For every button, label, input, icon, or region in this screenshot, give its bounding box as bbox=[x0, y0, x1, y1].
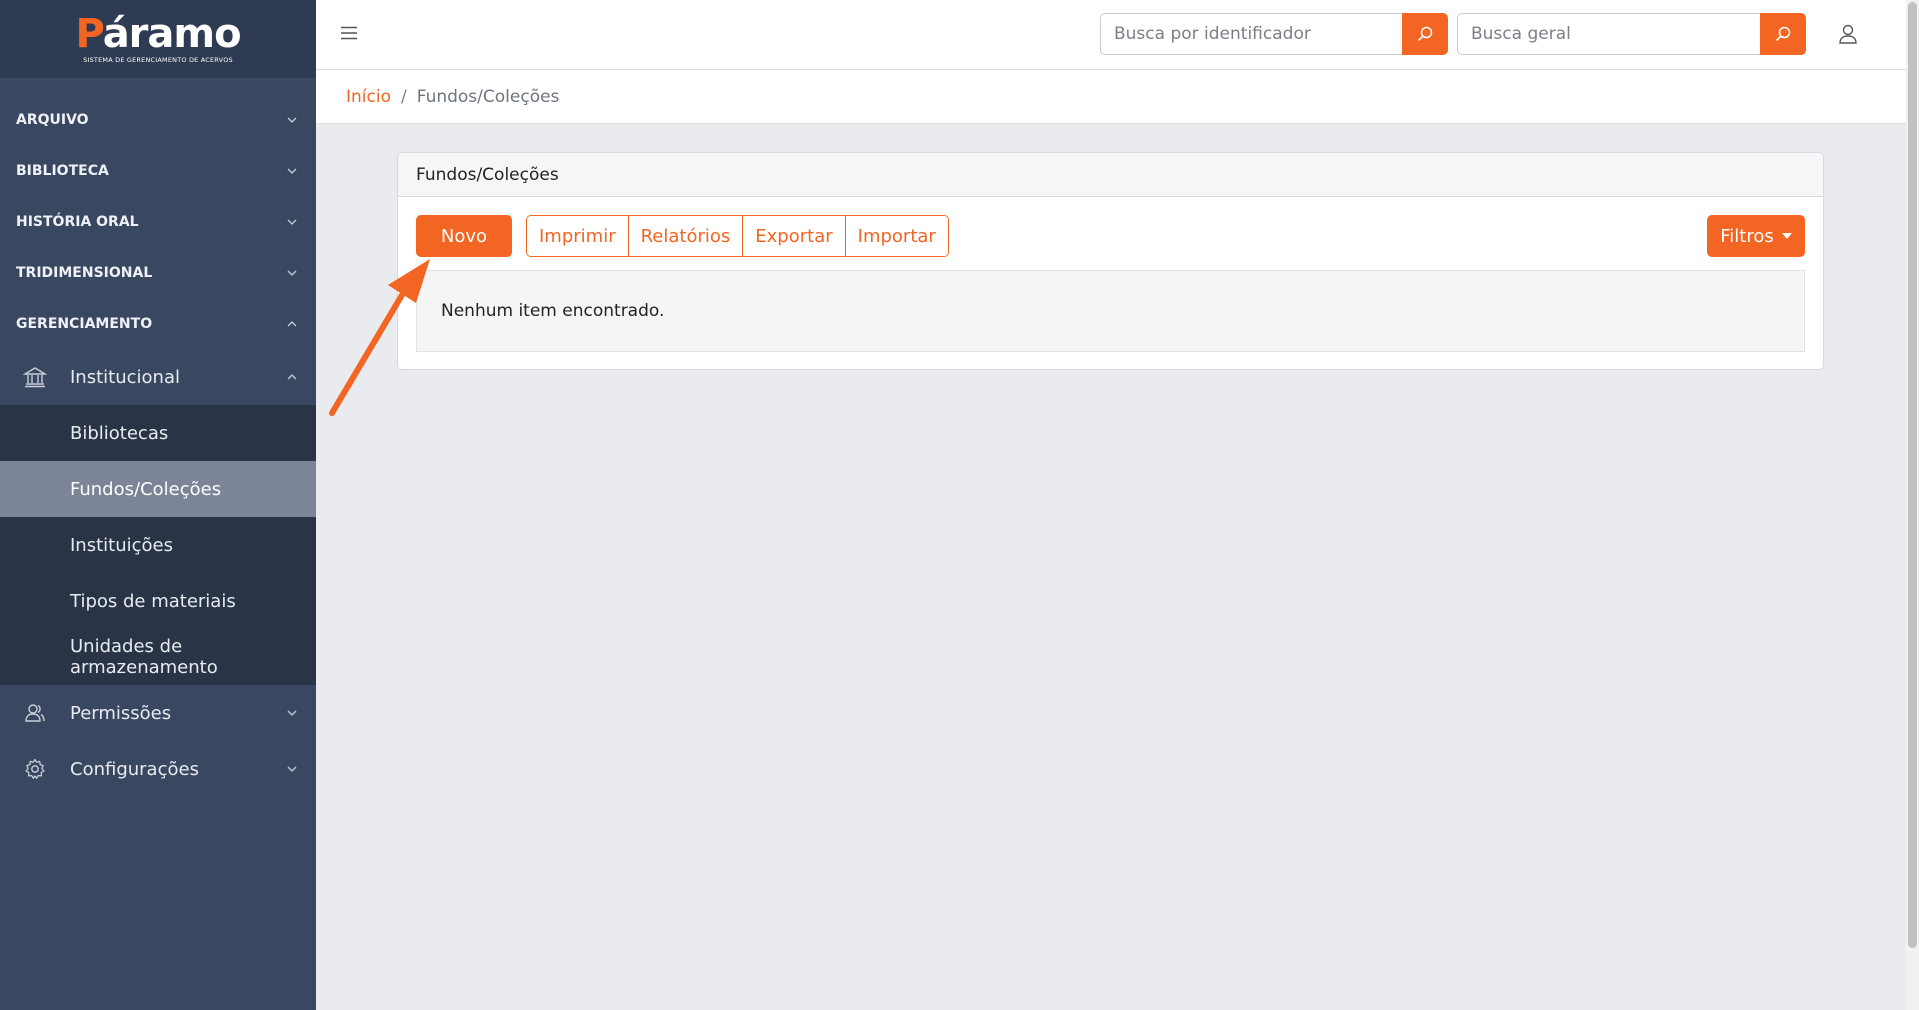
hamburger-menu-icon[interactable] bbox=[340, 24, 358, 42]
sidebar-item-instituicoes[interactable]: Instituições bbox=[0, 517, 316, 573]
search-icon bbox=[1775, 26, 1791, 42]
card-title: Fundos/Coleções bbox=[398, 153, 1823, 197]
chevron-down-icon bbox=[287, 219, 297, 225]
general-search bbox=[1457, 13, 1806, 55]
vertical-scrollbar[interactable] bbox=[1906, 0, 1919, 1010]
identifier-search-input[interactable] bbox=[1100, 13, 1402, 55]
scrollbar-thumb[interactable] bbox=[1908, 2, 1917, 948]
chevron-down-icon bbox=[287, 117, 297, 123]
sidebar-section-gerenciamento[interactable]: GERENCIAMENTO bbox=[0, 298, 316, 349]
brand-logo[interactable]: Páramo SISTEMA DE GERENCIAMENTO DE ACERV… bbox=[0, 0, 316, 78]
institucional-submenu: Bibliotecas Fundos/Coleções Instituições… bbox=[0, 405, 316, 685]
general-search-button[interactable] bbox=[1760, 13, 1806, 55]
sidebar-item-fundos-colecoes[interactable]: Fundos/Coleções bbox=[0, 461, 316, 517]
brand-subtitle: SISTEMA DE GERENCIAMENTO DE ACERVOS bbox=[83, 56, 233, 64]
sidebar-section-biblioteca[interactable]: BIBLIOTECA bbox=[0, 145, 316, 196]
identifier-search-button[interactable] bbox=[1402, 13, 1448, 55]
sidebar-item-configuracoes[interactable]: Configurações bbox=[0, 741, 316, 797]
sidebar-item-institucional[interactable]: Institucional bbox=[0, 349, 316, 405]
chevron-down-icon bbox=[287, 270, 297, 276]
user-icon[interactable] bbox=[1836, 22, 1860, 46]
actions-button-group: Imprimir Relatórios Exportar Importar bbox=[526, 215, 949, 257]
chevron-down-icon bbox=[287, 168, 297, 174]
sidebar-item-unidades-de-armazenamento[interactable]: Unidades de armazenamento bbox=[0, 629, 316, 685]
gear-icon bbox=[22, 756, 48, 782]
sidebar-item-tipos-de-materiais[interactable]: Tipos de materiais bbox=[0, 573, 316, 629]
import-button[interactable]: Importar bbox=[845, 216, 948, 256]
brand-name: Páramo bbox=[75, 11, 241, 57]
sidebar-nav: ARQUIVO BIBLIOTECA HISTÓRIA ORAL TRIDIME… bbox=[0, 94, 316, 797]
general-search-input[interactable] bbox=[1457, 13, 1760, 55]
sidebar: Páramo SISTEMA DE GERENCIAMENTO DE ACERV… bbox=[0, 0, 316, 1010]
chevron-up-icon bbox=[287, 320, 297, 326]
sidebar-item-permissoes[interactable]: Permissões bbox=[0, 685, 316, 741]
caret-down-icon bbox=[1781, 233, 1792, 239]
breadcrumb-current: Fundos/Coleções bbox=[416, 86, 560, 107]
reports-button[interactable]: Relatórios bbox=[628, 216, 744, 256]
print-button[interactable]: Imprimir bbox=[527, 216, 629, 256]
chevron-down-icon bbox=[287, 766, 297, 772]
chevron-down-icon bbox=[287, 710, 297, 716]
search-icon bbox=[1417, 26, 1433, 42]
breadcrumb: Início / Fundos/Coleções bbox=[316, 70, 1906, 124]
filters-dropdown-button[interactable]: Filtros bbox=[1707, 215, 1805, 257]
sidebar-section-tridimensional[interactable]: TRIDIMENSIONAL bbox=[0, 247, 316, 298]
top-bar bbox=[316, 0, 1906, 70]
breadcrumb-home-link[interactable]: Início bbox=[346, 87, 391, 107]
chevron-up-icon bbox=[287, 374, 297, 380]
identifier-search bbox=[1100, 13, 1448, 55]
empty-state-message: Nenhum item encontrado. bbox=[416, 270, 1805, 352]
new-button[interactable]: Novo bbox=[416, 215, 512, 257]
sidebar-item-bibliotecas[interactable]: Bibliotecas bbox=[0, 405, 316, 461]
card-toolbar: Novo Imprimir Relatórios Exportar Import… bbox=[416, 215, 1805, 257]
users-icon bbox=[22, 700, 48, 726]
sidebar-section-historia-oral[interactable]: HISTÓRIA ORAL bbox=[0, 196, 316, 247]
export-button[interactable]: Exportar bbox=[743, 216, 846, 256]
bank-icon bbox=[22, 364, 48, 390]
breadcrumb-separator: / bbox=[400, 86, 407, 107]
sidebar-section-arquivo[interactable]: ARQUIVO bbox=[0, 94, 316, 145]
collections-card: Fundos/Coleções Novo Imprimir Relatórios… bbox=[397, 152, 1824, 370]
